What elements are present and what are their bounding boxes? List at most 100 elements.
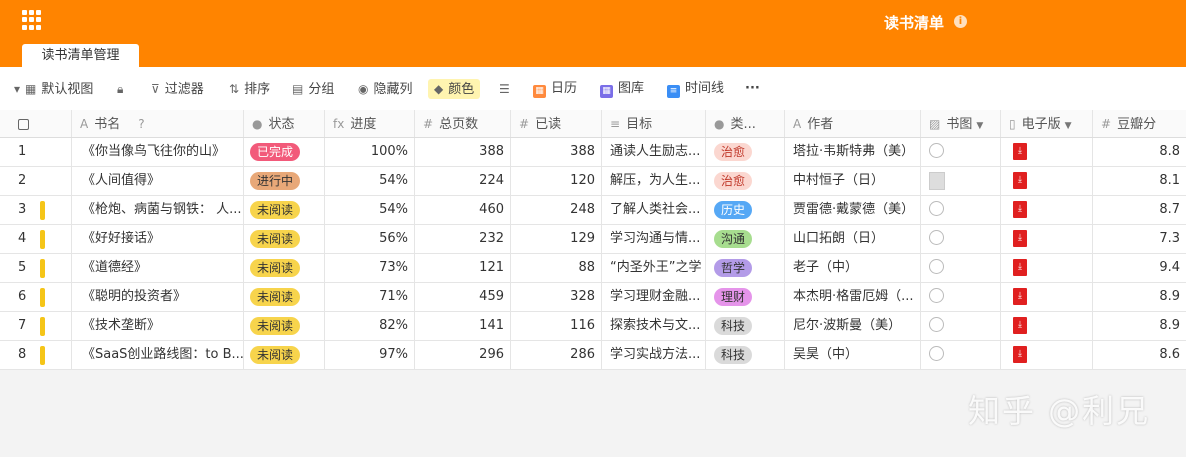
- pdf-file-icon[interactable]: ⤓: [1013, 317, 1027, 334]
- status-cell[interactable]: 未阅读: [244, 283, 325, 311]
- book-name-cell[interactable]: 《人间值得》: [72, 167, 244, 195]
- pages-cell[interactable]: 141: [415, 312, 511, 340]
- sort-button[interactable]: ⇅ 排序: [229, 79, 270, 99]
- goal-cell[interactable]: 学习理财金融...: [602, 283, 706, 311]
- category-cell[interactable]: 理财: [706, 283, 785, 311]
- calendar-button[interactable]: ▦ 日历: [533, 79, 577, 99]
- progress-cell[interactable]: 54%: [325, 167, 415, 195]
- add-cover-icon[interactable]: [929, 143, 944, 158]
- help-icon[interactable]: ?: [138, 117, 144, 131]
- column-header-name[interactable]: A 书名?: [72, 110, 244, 137]
- status-cell[interactable]: 已完成: [244, 138, 325, 166]
- cover-cell[interactable]: [921, 283, 1001, 311]
- read-cell[interactable]: 88: [511, 254, 602, 282]
- pages-cell[interactable]: 121: [415, 254, 511, 282]
- cover-cell[interactable]: [921, 196, 1001, 224]
- column-header-category[interactable]: ● 类...: [706, 110, 785, 137]
- cover-cell[interactable]: [921, 225, 1001, 253]
- read-cell[interactable]: 286: [511, 341, 602, 369]
- read-cell[interactable]: 116: [511, 312, 602, 340]
- table-row[interactable]: 2 《人间值得》 进行中 54% 224 120 解压，为人生... 治愈 中村恒子（日） ⤓ 8.…: [0, 167, 1186, 196]
- table-row[interactable]: 6 《聪明的投资者》 未阅读 71% 459 328 学习理财金融... 理财 本杰明·格雷厄姆…: [0, 283, 1186, 312]
- score-cell[interactable]: 9.4: [1093, 254, 1186, 282]
- book-name-cell[interactable]: 《枪炮、病菌与钢铁： 人...: [72, 196, 244, 224]
- color-button[interactable]: ◆ 颜色: [428, 79, 481, 99]
- author-cell[interactable]: 吴昊（中）: [785, 341, 921, 369]
- filter-button[interactable]: ⊽ 过滤器: [151, 79, 204, 99]
- book-name-cell[interactable]: 《你当像鸟飞往你的山》: [72, 138, 244, 166]
- cover-thumbnail[interactable]: [929, 171, 945, 190]
- pdf-file-icon[interactable]: ⤓: [1013, 172, 1027, 189]
- column-header-status[interactable]: ● 状态: [244, 110, 325, 137]
- pdf-file-icon[interactable]: ⤓: [1013, 201, 1027, 218]
- score-cell[interactable]: 8.1: [1093, 167, 1186, 195]
- pages-cell[interactable]: 388: [415, 138, 511, 166]
- progress-cell[interactable]: 73%: [325, 254, 415, 282]
- more-button[interactable]: ···: [745, 79, 760, 99]
- cover-cell[interactable]: [921, 312, 1001, 340]
- timeline-button[interactable]: ≡ 时间线: [667, 79, 724, 99]
- gallery-button[interactable]: ▦ 图库: [600, 79, 644, 99]
- add-cover-icon[interactable]: [929, 317, 944, 332]
- goal-cell[interactable]: 学习实战方法...: [602, 341, 706, 369]
- group-button[interactable]: ▤ 分组: [292, 79, 334, 99]
- view-selector[interactable]: ▾ ▦ 默认视图: [14, 79, 93, 99]
- table-row[interactable]: 8 《SaaS创业路线图：to B... 未阅读 97% 296 286 学习实战方法...…: [0, 341, 1186, 370]
- pdf-file-icon[interactable]: ⤓: [1013, 346, 1027, 363]
- info-icon[interactable]: i: [954, 15, 967, 28]
- score-cell[interactable]: 8.8: [1093, 138, 1186, 166]
- score-cell[interactable]: 7.3: [1093, 225, 1186, 253]
- author-cell[interactable]: 塔拉·韦斯特弗（美）: [785, 138, 921, 166]
- author-cell[interactable]: 老子（中）: [785, 254, 921, 282]
- select-all-cell[interactable]: [0, 110, 72, 137]
- category-cell[interactable]: 沟通: [706, 225, 785, 253]
- pdf-file-icon[interactable]: ⤓: [1013, 230, 1027, 247]
- pdf-file-icon[interactable]: ⤓: [1013, 288, 1027, 305]
- cover-cell[interactable]: [921, 254, 1001, 282]
- read-cell[interactable]: 248: [511, 196, 602, 224]
- column-header-cover[interactable]: ▨ 书图 ▼: [921, 110, 1001, 137]
- pdf-file-icon[interactable]: ⤓: [1013, 259, 1027, 276]
- status-cell[interactable]: 未阅读: [244, 341, 325, 369]
- cover-cell[interactable]: [921, 341, 1001, 369]
- table-row[interactable]: 7 《技术垄断》 未阅读 82% 141 116 探索技术与文... 科技 尼尔·波斯曼（美） ⤓…: [0, 312, 1186, 341]
- column-header-score[interactable]: # 豆瓣分: [1093, 110, 1186, 137]
- read-cell[interactable]: 328: [511, 283, 602, 311]
- column-header-read[interactable]: # 已读: [511, 110, 602, 137]
- add-cover-icon[interactable]: [929, 230, 944, 245]
- add-cover-icon[interactable]: [929, 346, 944, 361]
- ebook-cell[interactable]: ⤓: [1001, 138, 1093, 166]
- category-cell[interactable]: 治愈: [706, 167, 785, 195]
- author-cell[interactable]: 贾雷德·戴蒙德（美）: [785, 196, 921, 224]
- progress-cell[interactable]: 71%: [325, 283, 415, 311]
- author-cell[interactable]: 本杰明·格雷厄姆（...: [785, 283, 921, 311]
- book-name-cell[interactable]: 《道德经》: [72, 254, 244, 282]
- score-cell[interactable]: 8.9: [1093, 312, 1186, 340]
- author-cell[interactable]: 中村恒子（日）: [785, 167, 921, 195]
- table-row[interactable]: 5 《道德经》 未阅读 73% 121 88 “内圣外王”之学 哲学 老子（中） ⤓ 9.4: [0, 254, 1186, 283]
- progress-cell[interactable]: 82%: [325, 312, 415, 340]
- chevron-down-icon[interactable]: ▼: [1065, 121, 1072, 131]
- status-cell[interactable]: 未阅读: [244, 225, 325, 253]
- goal-cell[interactable]: 探索技术与文...: [602, 312, 706, 340]
- column-header-ebook[interactable]: ▯ 电子版 ▼: [1001, 110, 1093, 137]
- score-cell[interactable]: 8.7: [1093, 196, 1186, 224]
- status-cell[interactable]: 进行中: [244, 167, 325, 195]
- column-header-goal[interactable]: ≡ 目标: [602, 110, 706, 137]
- goal-cell[interactable]: 了解人类社会...: [602, 196, 706, 224]
- status-cell[interactable]: 未阅读: [244, 312, 325, 340]
- read-cell[interactable]: 388: [511, 138, 602, 166]
- read-cell[interactable]: 120: [511, 167, 602, 195]
- pdf-file-icon[interactable]: ⤓: [1013, 143, 1027, 160]
- score-cell[interactable]: 8.9: [1093, 283, 1186, 311]
- read-cell[interactable]: 129: [511, 225, 602, 253]
- goal-cell[interactable]: 学习沟通与情...: [602, 225, 706, 253]
- chevron-down-icon[interactable]: ▼: [976, 121, 983, 131]
- ebook-cell[interactable]: ⤓: [1001, 312, 1093, 340]
- category-cell[interactable]: 科技: [706, 341, 785, 369]
- book-name-cell[interactable]: 《技术垄断》: [72, 312, 244, 340]
- book-name-cell[interactable]: 《聪明的投资者》: [72, 283, 244, 311]
- add-cover-icon[interactable]: [929, 259, 944, 274]
- category-cell[interactable]: 科技: [706, 312, 785, 340]
- add-cover-icon[interactable]: [929, 288, 944, 303]
